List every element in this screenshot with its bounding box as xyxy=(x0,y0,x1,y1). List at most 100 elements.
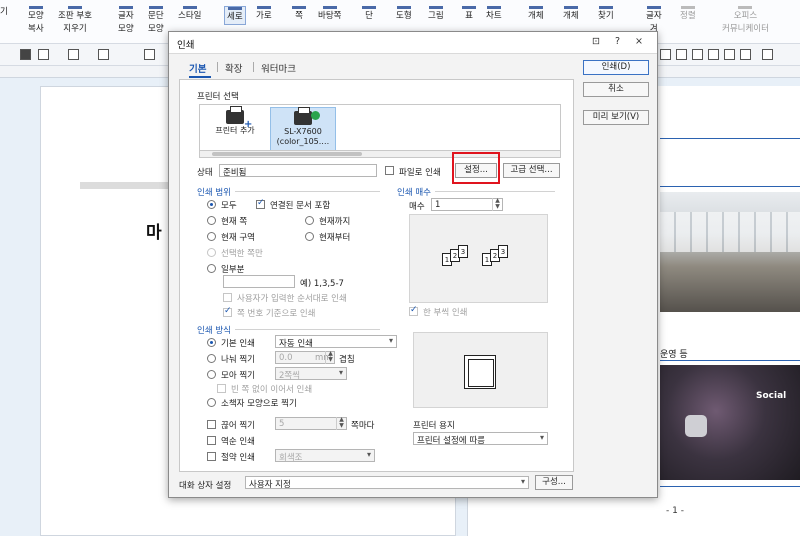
divider-line xyxy=(660,138,800,139)
ribbon-label: 모양 복사 xyxy=(28,11,44,34)
restore-icon[interactable]: ⊡ xyxy=(592,36,606,47)
ribbon-label: 표 xyxy=(465,11,473,21)
ribbon-find[interactable]: 찾기 xyxy=(598,6,614,23)
ribbon-page[interactable]: 쪽 xyxy=(292,6,306,23)
cancel-button[interactable]: 취소 xyxy=(583,82,649,97)
ribbon-table[interactable]: 표 xyxy=(462,6,476,23)
skip-stepper[interactable]: ▲ ▼ xyxy=(336,417,346,430)
style-icon[interactable] xyxy=(144,49,155,60)
printer-list-scrollbar[interactable] xyxy=(199,150,561,158)
ribbon-vertical[interactable]: 세로 xyxy=(224,6,246,25)
no-blank-checkbox[interactable] xyxy=(217,384,226,393)
ribbon-shape[interactable]: 도형 xyxy=(396,6,412,23)
range-all-label: 모두 xyxy=(221,201,237,211)
method-basic-radio[interactable] xyxy=(207,338,216,347)
basic-print-dropdown[interactable]: 자동 인쇄 xyxy=(275,335,397,349)
save-mode-dropdown[interactable]: 회색조 xyxy=(275,449,375,463)
range-partial-radio[interactable] xyxy=(207,264,216,273)
ribbon-object-2[interactable]: 개체 xyxy=(563,6,579,23)
method-booklet-radio[interactable] xyxy=(207,398,216,407)
ribbon-column[interactable]: 단 xyxy=(362,6,376,23)
ribbon-office-communicator[interactable]: 오피스 커뮤니케이터 xyxy=(722,6,769,36)
dialog-title: 인쇄 xyxy=(177,40,195,51)
undo-icon[interactable] xyxy=(68,49,79,60)
ribbon-align[interactable]: 정렬 xyxy=(680,6,696,23)
range-to-current-radio[interactable] xyxy=(305,216,314,225)
printer-item-add[interactable]: + 프린터 추가 xyxy=(202,106,268,151)
range-selection-radio[interactable] xyxy=(207,248,216,257)
partial-pages-input[interactable] xyxy=(223,275,295,288)
ribbon-object[interactable]: 개체 xyxy=(528,6,544,23)
ribbon-label: 바탕쪽 xyxy=(318,11,342,21)
ribbon-para-shape[interactable]: 문단 모양 xyxy=(148,6,164,36)
range-current-page-radio[interactable] xyxy=(207,216,216,225)
range-current-section-radio[interactable] xyxy=(207,232,216,241)
range-selection-label: 선택한 쪽만 xyxy=(221,249,263,259)
reverse-print-checkbox[interactable] xyxy=(207,436,216,445)
photo-caption-social: Social xyxy=(756,391,787,401)
ribbon-master-page[interactable]: 바탕쪽 xyxy=(318,6,341,23)
paper-dropdown[interactable]: 프린터 설정에 따름 xyxy=(413,432,548,446)
save-print-checkbox[interactable] xyxy=(207,452,216,461)
ribbon-clear-codes[interactable]: 조판 부호 지우기 xyxy=(58,6,92,36)
align-right-icon[interactable] xyxy=(692,49,703,60)
ribbon-style[interactable]: 스타일 xyxy=(178,6,201,23)
ribbon-chart[interactable]: 차트 xyxy=(486,6,502,23)
ribbon-label: 도형 xyxy=(396,11,412,21)
help-icon[interactable]: ? xyxy=(615,36,626,47)
method-gather-radio[interactable] xyxy=(207,370,216,379)
align-center-icon[interactable] xyxy=(676,49,687,60)
line-spacing-icon[interactable] xyxy=(762,49,773,60)
ribbon-char-shape[interactable]: 글자 모양 xyxy=(118,6,134,36)
print-icon[interactable] xyxy=(20,49,31,60)
preview-button[interactable]: 미리 보기(V) xyxy=(583,110,649,125)
redo-icon[interactable] xyxy=(98,49,109,60)
copies-stepper[interactable]: ▲ ▼ xyxy=(492,198,502,211)
gather-pages-dropdown[interactable]: 2쪽씩 xyxy=(275,367,347,381)
tab-basic[interactable]: 기본 xyxy=(189,61,206,75)
divider-line xyxy=(660,360,800,361)
skip-unit: 쪽마다 xyxy=(351,421,375,431)
title-bar-decoration xyxy=(80,182,180,189)
skip-print-checkbox[interactable] xyxy=(207,420,216,429)
reverse-print-label: 역순 인쇄 xyxy=(221,437,255,447)
dialog-setting-dropdown[interactable]: 사용자 지정 xyxy=(245,476,529,490)
tab-watermark[interactable]: 워터마크 xyxy=(261,61,296,75)
dialog-titlebar[interactable]: 인쇄 ⊡ ? × xyxy=(169,32,657,54)
printer-name: 프린터 추가 xyxy=(215,126,255,135)
ribbon-label: 세로 xyxy=(227,12,243,22)
advanced-options-button[interactable]: 고급 선택... xyxy=(503,163,560,178)
print-to-file-checkbox[interactable] xyxy=(385,166,394,175)
align-left-icon[interactable] xyxy=(660,49,671,60)
close-icon[interactable]: × xyxy=(635,36,649,47)
justify-icon[interactable] xyxy=(708,49,719,60)
copies-section-title: 인쇄 매수 xyxy=(397,188,431,198)
scrollbar-thumb[interactable] xyxy=(212,152,362,156)
linked-docs-checkbox[interactable] xyxy=(256,198,265,209)
save-icon[interactable] xyxy=(38,49,49,60)
configure-button[interactable]: 구성... xyxy=(535,475,573,490)
range-from-current-radio[interactable] xyxy=(305,232,314,241)
range-all-radio[interactable] xyxy=(207,200,216,209)
range-current-section-label: 현재 구역 xyxy=(221,233,255,243)
ribbon-format-copy[interactable]: 모양 복사 xyxy=(28,6,44,36)
method-split-label: 나눠 찍기 xyxy=(221,355,255,365)
tab-extended[interactable]: 확장 xyxy=(225,61,242,75)
distribute-icon[interactable] xyxy=(724,49,735,60)
printer-item-sl-x7600[interactable]: SL-X7600 (color_105.… xyxy=(270,107,336,151)
method-booklet-label: 소책자 모양으로 찍기 xyxy=(221,399,297,409)
ribbon-picture[interactable]: 그림 xyxy=(428,6,444,23)
no-blank-label: 빈 쪽 없이 이어서 인쇄 xyxy=(231,385,313,395)
paper-label: 프린터 용지 xyxy=(413,421,455,431)
ribbon-label: 글자 모양 xyxy=(118,11,134,34)
indent-icon[interactable] xyxy=(740,49,751,60)
method-section-title: 인쇄 방식 xyxy=(197,326,231,336)
page-number-basis-checkbox[interactable] xyxy=(223,306,232,317)
printer-list[interactable]: + 프린터 추가 SL-X7600 (color_105.… xyxy=(199,104,561,152)
collate-checkbox[interactable] xyxy=(409,305,418,316)
print-button[interactable]: 인쇄(D) xyxy=(583,60,649,75)
ribbon-horizontal[interactable]: 가로 xyxy=(256,6,272,23)
user-order-checkbox[interactable] xyxy=(223,293,232,302)
split-stepper[interactable]: ▲ ▼ xyxy=(325,351,335,364)
method-split-radio[interactable] xyxy=(207,354,216,363)
